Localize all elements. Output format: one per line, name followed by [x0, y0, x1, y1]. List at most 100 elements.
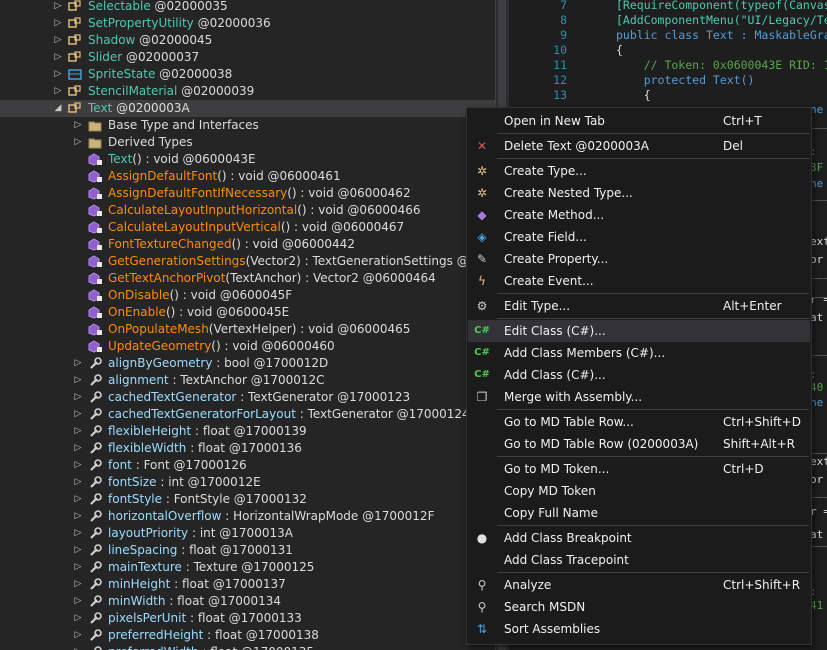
- expand-toggle-icon[interactable]: ▷: [74, 508, 82, 525]
- expand-toggle-icon[interactable]: ▷: [74, 491, 82, 508]
- expand-toggle-icon[interactable]: ▷: [74, 542, 82, 559]
- menu-item[interactable]: ⚲ Search MSDN: [468, 596, 810, 618]
- tree-row[interactable]: ▷ preferredWidth : float @17000135: [0, 644, 495, 650]
- tree-row[interactable]: OnEnable() : void @0600045E: [0, 304, 495, 321]
- tree-row[interactable]: ▷ StencilMaterial @02000039: [0, 83, 495, 100]
- menu-item[interactable]: Go to MD Table Row (0200003A) Shift+Alt+R: [468, 433, 810, 455]
- tree-row[interactable]: AssignDefaultFontIfNecessary() : void @0…: [0, 185, 495, 202]
- expand-toggle-icon[interactable]: ▷: [74, 627, 82, 644]
- expand-toggle-icon[interactable]: ▷: [74, 372, 82, 389]
- menu-item[interactable]: ⚙ Edit Type... Alt+Enter: [468, 295, 810, 317]
- tree-row[interactable]: ▷ mainTexture : Texture @17000125: [0, 559, 495, 576]
- expand-toggle-icon[interactable]: ▷: [74, 457, 82, 474]
- expand-toggle-icon[interactable]: ▷: [74, 440, 82, 457]
- expand-toggle-icon[interactable]: ▷: [54, 15, 62, 32]
- tree-row[interactable]: ▷ fontStyle : FontStyle @17000132: [0, 491, 495, 508]
- tree-row[interactable]: ▷ preferredHeight : float @17000138: [0, 627, 495, 644]
- tree-row[interactable]: ▷ fontSize : int @1700012E: [0, 474, 495, 491]
- menu-item[interactable]: ✲ Create Type...: [468, 160, 810, 182]
- tree-row[interactable]: ▷ lineSpacing : float @17000131: [0, 542, 495, 559]
- code-line[interactable]: [RequireComponent(typeof(CanvasRenderer)…: [616, 0, 827, 13]
- tree-row[interactable]: ◢ Text @0200003A: [0, 100, 495, 117]
- expand-toggle-icon[interactable]: ▷: [54, 49, 62, 66]
- tree-row[interactable]: ▷ Base Type and Interfaces: [0, 117, 495, 134]
- tree-row[interactable]: UpdateGeometry() : void @06000460: [0, 338, 495, 355]
- expand-toggle-icon[interactable]: ▷: [74, 559, 82, 576]
- code-line[interactable]: public class Text : MaskableGraphic, ILa…: [616, 28, 827, 43]
- tree-row[interactable]: GetTextAnchorPivot(TextAnchor) : Vector2…: [0, 270, 495, 287]
- expand-toggle-icon[interactable]: ▷: [74, 355, 82, 372]
- tree-row[interactable]: Text() : void @0600043E: [0, 151, 495, 168]
- tree-row[interactable]: ▷ Slider @02000037: [0, 49, 495, 66]
- menu-item[interactable]: C# Add Class Members (C#)...: [468, 342, 810, 364]
- expand-toggle-icon[interactable]: ◢: [54, 100, 62, 117]
- menu-item[interactable]: ✕ Delete Text @0200003A Del: [468, 135, 810, 157]
- menu-item[interactable]: ● Add Class Breakpoint: [468, 527, 810, 549]
- tree-row[interactable]: ▷ minWidth : float @17000134: [0, 593, 495, 610]
- menu-item[interactable]: ◈ Create Field...: [468, 226, 810, 248]
- expand-toggle-icon[interactable]: ▷: [54, 32, 62, 49]
- expand-toggle-icon[interactable]: ▷: [74, 474, 82, 491]
- tree-row[interactable]: ▷ alignment : TextAnchor @1700012C: [0, 372, 495, 389]
- menu-item[interactable]: Go to MD Token... Ctrl+D: [468, 458, 810, 480]
- tree-row[interactable]: ▷ SetPropertyUtility @02000036: [0, 15, 495, 32]
- expand-toggle-icon[interactable]: ▷: [74, 576, 82, 593]
- expand-toggle-icon[interactable]: ▷: [74, 117, 82, 134]
- tree-row[interactable]: ▷ font : Font @17000126: [0, 457, 495, 474]
- tree-row[interactable]: ▷ flexibleHeight : float @17000139: [0, 423, 495, 440]
- tree-row[interactable]: OnDisable() : void @0600045F: [0, 287, 495, 304]
- tree-row[interactable]: ▷ SpriteState @02000038: [0, 66, 495, 83]
- expand-toggle-icon[interactable]: ▷: [74, 389, 82, 406]
- code-fragment: at: [810, 528, 824, 541]
- tree-row[interactable]: ▷ alignByGeometry : bool @1700012D: [0, 355, 495, 372]
- tree-row[interactable]: FontTextureChanged() : void @06000442: [0, 236, 495, 253]
- menu-item[interactable]: C# Add Class (C#)...: [468, 364, 810, 386]
- menu-item[interactable]: Go to MD Table Row... Ctrl+Shift+D: [468, 411, 810, 433]
- expand-toggle-icon[interactable]: ▷: [74, 406, 82, 423]
- tree-row[interactable]: ▷ Selectable @02000035: [0, 0, 495, 15]
- tree-row[interactable]: AssignDefaultFont() : void @06000461: [0, 168, 495, 185]
- tree-row[interactable]: ▷ Derived Types: [0, 134, 495, 151]
- member-name: fontStyle: [108, 492, 163, 506]
- tree-row[interactable]: GetGenerationSettings(Vector2) : TextGen…: [0, 253, 495, 270]
- expand-toggle-icon[interactable]: ▷: [54, 83, 62, 100]
- expand-toggle-icon[interactable]: ▷: [74, 525, 82, 542]
- code-line[interactable]: {: [616, 88, 651, 103]
- tree-row[interactable]: ▷ layoutPriority : int @1700013A: [0, 525, 495, 542]
- expand-toggle-icon[interactable]: ▷: [74, 593, 82, 610]
- menu-item[interactable]: ✲ Create Nested Type...: [468, 182, 810, 204]
- menu-item[interactable]: ϟ Create Event...: [468, 270, 810, 292]
- code-line[interactable]: {: [616, 43, 623, 58]
- expand-toggle-icon[interactable]: ▷: [74, 610, 82, 627]
- tree-row[interactable]: ▷ horizontalOverflow : HorizontalWrapMode…: [0, 508, 495, 525]
- menu-item[interactable]: Add Class Tracepoint: [468, 549, 810, 571]
- code-line[interactable]: protected Text(): [616, 73, 755, 88]
- menu-item[interactable]: ◆ Create Method...: [468, 204, 810, 226]
- menu-item[interactable]: ⇅ Sort Assemblies: [468, 618, 810, 640]
- menu-item[interactable]: Copy Full Name: [468, 502, 810, 524]
- menu-item[interactable]: Open in New Tab Ctrl+T: [468, 110, 810, 132]
- code-line[interactable]: [AddComponentMenu("UI/Legacy/Text", 100)…: [616, 13, 827, 28]
- menu-item[interactable]: ❐ Merge with Assembly...: [468, 386, 810, 408]
- menu-item[interactable]: ⚲ Analyze Ctrl+Shift+R: [468, 574, 810, 596]
- tree-row[interactable]: ▷ minHeight : float @17000137: [0, 576, 495, 593]
- tree-row[interactable]: ▷ cachedTextGeneratorForLayout : TextGene…: [0, 406, 495, 423]
- code-line[interactable]: // Token: 0x0600043E RID: 1086 RVA: 0x00…: [616, 58, 827, 73]
- expand-toggle-icon[interactable]: ▷: [54, 0, 62, 15]
- expand-toggle-icon[interactable]: ▷: [74, 134, 82, 151]
- tree-row[interactable]: ▷ cachedTextGenerator : TextGenerator @17…: [0, 389, 495, 406]
- expand-toggle-icon[interactable]: ▷: [54, 66, 62, 83]
- menu-item[interactable]: ✎ Create Property...: [468, 248, 810, 270]
- menu-item[interactable]: C# Edit Class (C#)...: [468, 320, 810, 342]
- tree-row[interactable]: OnPopulateMesh(VertexHelper) : void @060…: [0, 321, 495, 338]
- expand-toggle-icon[interactable]: ▷: [74, 423, 82, 440]
- tree-row[interactable]: ▷ Shadow @02000045: [0, 32, 495, 49]
- tree-row[interactable]: ▷ flexibleWidth : float @17000136: [0, 440, 495, 457]
- create-field-icon: ◈: [477, 230, 487, 244]
- tree-row[interactable]: CalculateLayoutInputHorizontal() : void …: [0, 202, 495, 219]
- tree-row[interactable]: ▷ pixelsPerUnit : float @17000133: [0, 610, 495, 627]
- menu-item[interactable]: Copy MD Token: [468, 480, 810, 502]
- expand-toggle-icon[interactable]: ▷: [74, 644, 82, 650]
- create-method-icon: ◆: [477, 208, 487, 222]
- tree-row[interactable]: CalculateLayoutInputVertical() : void @0…: [0, 219, 495, 236]
